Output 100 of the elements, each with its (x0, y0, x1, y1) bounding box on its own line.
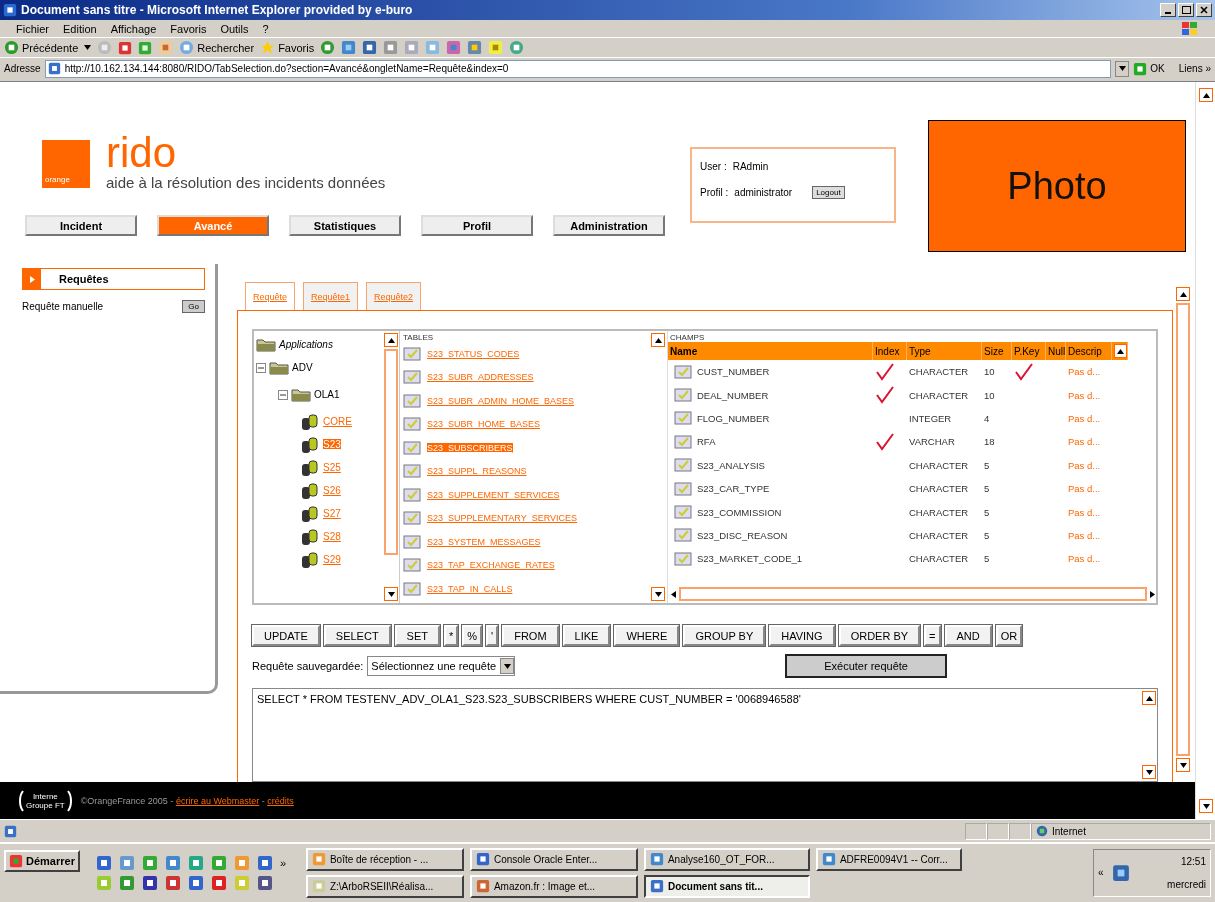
sql-keyword-button[interactable]: AND (944, 625, 992, 646)
table-icon (403, 393, 421, 408)
table-icon (403, 558, 421, 573)
sql-keyword-button[interactable]: ' (486, 625, 499, 646)
taskbar-button[interactable]: Analyse160_OT_FOR... (643, 847, 810, 871)
links-label[interactable]: Liens » (1178, 63, 1211, 74)
taskbar-button[interactable]: ADFRE0094V1 -- Corr... (815, 847, 962, 871)
page-icon (47, 62, 61, 75)
sql-keyword-button[interactable]: FROM (502, 625, 559, 646)
scroll-up-button[interactable] (651, 333, 665, 347)
folder-icon (269, 360, 289, 375)
tree-item[interactable]: Applications (279, 339, 333, 350)
triangle-icon (1145, 694, 1153, 702)
status-panel (987, 822, 1009, 840)
scroll-up-button[interactable] (1114, 344, 1127, 358)
menu-item[interactable]: Outils (220, 22, 249, 35)
scroll-thumb[interactable] (1176, 303, 1190, 756)
scroll-up-button[interactable] (1142, 691, 1156, 705)
scroll-down-button[interactable] (384, 587, 398, 601)
scroll-down-button[interactable] (651, 587, 665, 601)
favorites-button[interactable]: Favoris (260, 40, 315, 55)
more-label[interactable]: » (279, 856, 296, 869)
collapse-icon[interactable] (256, 362, 266, 373)
taskbar-button[interactable]: Console Oracle Enter... (469, 847, 638, 871)
dropdown-button[interactable] (1115, 60, 1130, 77)
nav-button[interactable]: Statistiques (289, 215, 401, 236)
sql-keyword-button[interactable]: = (924, 625, 941, 646)
scroll-up-button[interactable] (1199, 88, 1213, 102)
menu-item[interactable]: Fichier (16, 22, 49, 35)
sql-keyword-button[interactable]: * (444, 625, 459, 646)
back-icon (4, 40, 19, 55)
nav-button[interactable]: Incident (25, 215, 137, 236)
app-icon (233, 874, 250, 891)
collapse-icon[interactable] (278, 389, 288, 400)
menu-item[interactable]: Favoris (170, 22, 207, 35)
sql-keyword-button[interactable]: ORDER BY (838, 625, 921, 646)
window-icon (649, 852, 664, 866)
sql-keyword-button[interactable]: LIKE (562, 625, 611, 646)
query-textarea[interactable]: SELECT * FROM TESTENV_ADV_OLA1_S23.S23_SUBSCRIBERS WHERE CUST_NUMBER = '0068946588' (252, 688, 1158, 782)
saved-query-select[interactable]: Sélectionnez une requête (367, 656, 516, 676)
triangle-icon (1149, 590, 1156, 598)
tray-expand[interactable]: « (1098, 867, 1112, 878)
close-button[interactable] (1196, 3, 1212, 17)
scroll-up-button[interactable] (384, 333, 398, 347)
table-cell-text: 18 (983, 435, 996, 450)
execute-button[interactable]: Exécuter requête (785, 654, 948, 678)
scrollbar[interactable] (383, 331, 399, 603)
scroll-down-button[interactable] (1142, 765, 1156, 779)
sql-keyword-button[interactable]: GROUP BY (683, 625, 766, 646)
sql-keyword-button[interactable]: OR (995, 625, 1023, 646)
field-name: RFA (697, 436, 716, 448)
sql-keyword-button[interactable]: HAVING (769, 625, 835, 646)
sql-keyword-button[interactable]: SET (394, 625, 440, 646)
triangle-icon (1202, 802, 1210, 810)
menu-item[interactable]: Affichage (110, 22, 157, 35)
table-cell-text: CHARACTER (908, 482, 970, 497)
start-button[interactable]: Démarrer (4, 850, 80, 872)
menu-item[interactable]: ? (262, 22, 269, 35)
tree-item[interactable]: ADV (292, 362, 313, 373)
tree-item[interactable]: OLA1 (314, 389, 340, 400)
scroll-down-button[interactable] (1199, 799, 1213, 813)
scroll-up-button[interactable] (1176, 287, 1190, 301)
database-icon (300, 527, 320, 546)
taskbar-button[interactable]: Amazon.fr : Image et... (469, 874, 638, 898)
taskbar-button[interactable]: Boîte de réception - ... (305, 847, 464, 871)
taskbar-button[interactable]: Document sans tit... (643, 874, 810, 898)
sql-keyword-button[interactable]: % (462, 625, 483, 646)
scrollbar[interactable] (1195, 82, 1215, 819)
scroll-down-button[interactable] (1176, 758, 1190, 772)
table-icon (403, 511, 421, 526)
address-field[interactable]: http://10.162.134.144:8080/RIDO/TabSelection.do?section=Avancé&ongletName=Requête&index=0 (44, 59, 1112, 78)
back-button[interactable]: Précédente (4, 40, 79, 55)
maximize-button[interactable] (1178, 3, 1194, 17)
scrollbar[interactable] (649, 331, 667, 603)
nav-button[interactable]: Administration (553, 215, 665, 236)
menu-item[interactable]: Edition (63, 22, 97, 35)
table-cell-text: Pas d... (1067, 482, 1102, 497)
sidebar-item: Requête manuelle (22, 301, 104, 312)
go-button[interactable]: Go (182, 300, 205, 313)
table-cell-text: VARCHAR (908, 435, 956, 450)
maximize-icon (1181, 6, 1191, 14)
logout-button[interactable]: Logout (812, 186, 845, 199)
table-cell-text: 5 (983, 505, 991, 520)
sql-keyword-button[interactable]: WHERE (614, 625, 680, 646)
taskbar-button[interactable]: Z:\ArboRSEII\Réalisa... (305, 874, 464, 898)
go-button[interactable]: OK (1133, 61, 1165, 76)
scroll-thumb[interactable] (384, 349, 398, 555)
sql-keyword-button[interactable]: SELECT (323, 625, 391, 646)
sql-keyword-button[interactable]: UPDATE (252, 625, 320, 646)
database-icon (300, 412, 320, 431)
horizontal-scrollbar[interactable] (668, 587, 1156, 603)
minimize-button[interactable] (1160, 3, 1176, 17)
table-icon (674, 528, 692, 543)
table-cell-text: CHARACTER (908, 388, 970, 403)
close-icon (1200, 6, 1208, 14)
credits-link[interactable]: crédits (267, 795, 294, 806)
search-button[interactable]: Rechercher (179, 40, 255, 55)
webmaster-link[interactable]: écrire au Webmaster (175, 795, 260, 806)
scrollbar[interactable] (1141, 689, 1157, 781)
nav-button[interactable]: Profil (421, 215, 533, 236)
